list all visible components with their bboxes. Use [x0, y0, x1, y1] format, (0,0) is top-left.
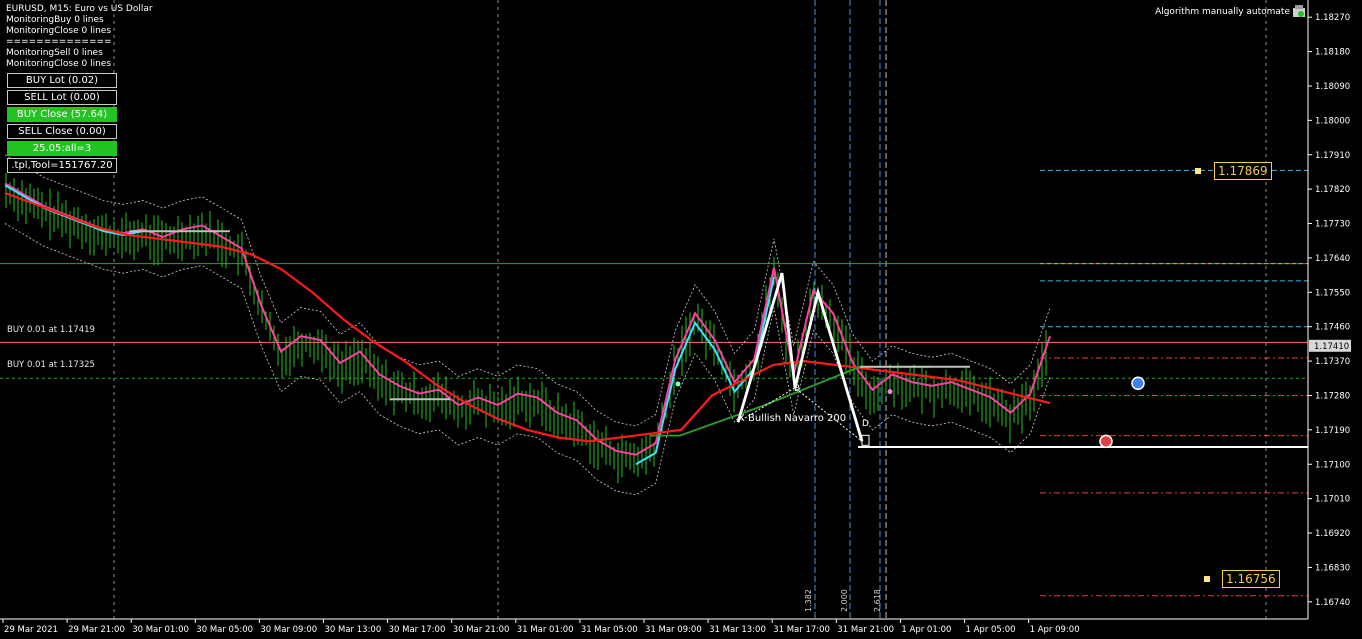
target-marker-lower[interactable] [1204, 576, 1210, 582]
sell-close-button[interactable]: SELL Close (0.00) [7, 124, 117, 139]
target-label-lower: 1.16756 [1222, 570, 1280, 588]
x-tick-label-8: 31 Mar 01:00 [517, 625, 574, 635]
fib-label-2618: 2.618 [873, 589, 882, 612]
x-tick-label-4: 30 Mar 09:00 [260, 625, 317, 635]
info-line-1: MonitoringBuy 0 lines [6, 15, 104, 25]
position-label-1: BUY 0.01 at 1.17419 [7, 325, 95, 335]
y-tick-label-3: 1.18000 [1315, 116, 1350, 126]
info-line-2: MonitoringClose 0 lines [6, 26, 112, 36]
position-label-2: BUY 0.01 at 1.17325 [7, 360, 95, 370]
y-tick-label-10: 1.17370 [1315, 357, 1350, 367]
pattern-label: X Bullish Navarro 200 [738, 413, 847, 424]
y-tick-label-14: 1.17010 [1315, 495, 1350, 505]
pattern-point-d: D [862, 419, 869, 429]
sell-lot-button[interactable]: SELL Lot (0.00) [7, 90, 117, 105]
x-tick-label-13: 31 Mar 21:00 [837, 625, 894, 635]
buy-lot-button[interactable]: BUY Lot (0.02) [7, 73, 117, 88]
y-tick-label-2: 1.18090 [1315, 82, 1350, 92]
y-tick-label-7: 1.17640 [1315, 254, 1350, 264]
x-tick-label-9: 31 Mar 05:00 [581, 625, 638, 635]
x-tick-label-7: 30 Mar 21:00 [453, 625, 510, 635]
template-tool-button[interactable]: .tpl,Tool=151767.20 [7, 158, 117, 173]
all-status-button[interactable]: 25.05:all=3 [7, 141, 117, 156]
info-line-3: MonitoringSell 0 lines [6, 48, 103, 58]
x-tick-label-10: 31 Mar 09:00 [645, 625, 702, 635]
x-tick-label-15: 1 Apr 05:00 [966, 625, 1016, 635]
y-tick-label-16: 1.16830 [1315, 563, 1350, 573]
x-tick-label-16: 1 Apr 09:00 [1030, 625, 1080, 635]
signal-dot-magenta [887, 389, 893, 395]
x-tick-label-1: 29 Mar 21:00 [68, 625, 125, 635]
y-tick-label-0: 1.18270 [1315, 13, 1350, 23]
y-tick-label-11: 1.17280 [1315, 391, 1350, 401]
price-chart[interactable]: 1.18270 1.18180 1.18090 1.18000 1.17910 1.178… [0, 0, 1362, 639]
signal-dot-green [675, 381, 681, 387]
y-tick-label-8: 1.17550 [1315, 288, 1350, 298]
buy-close-button[interactable]: BUY Close (57.64) [7, 107, 117, 122]
x-tick-label-2: 30 Mar 01:00 [132, 625, 189, 635]
info-line-separator: ============== [6, 37, 112, 47]
pattern-point-b: B [794, 384, 801, 394]
trade-panel: BUY Lot (0.02) SELL Lot (0.00) BUY Close… [7, 73, 117, 175]
x-tick-label-3: 30 Mar 05:00 [196, 625, 253, 635]
current-price-label: 1.17410 [1314, 342, 1349, 352]
chart-background [0, 0, 1362, 639]
x-tick-label-6: 30 Mar 17:00 [389, 625, 446, 635]
y-tick-label-17: 1.16740 [1315, 598, 1350, 608]
y-tick-label-9: 1.17460 [1315, 323, 1350, 333]
y-tick-label-12: 1.17190 [1315, 426, 1350, 436]
y-tick-label-13: 1.17100 [1315, 460, 1350, 470]
x-tick-label-12: 31 Mar 17:00 [773, 625, 830, 635]
x-tick-label-0: 29 Mar 2021 [4, 625, 58, 635]
buy-marker-icon [1131, 376, 1145, 390]
y-tick-label-6: 1.17730 [1315, 220, 1350, 230]
y-tick-label-4: 1.17910 [1315, 151, 1350, 161]
info-line-4: MonitoringClose 0 lines [6, 59, 112, 69]
algo-hat-icon[interactable] [1292, 4, 1306, 18]
y-tick-label-5: 1.17820 [1315, 185, 1350, 195]
y-tick-label-15: 1.16920 [1315, 529, 1350, 539]
x-tick-label-11: 31 Mar 13:00 [709, 625, 766, 635]
close-marker-icon [1099, 434, 1113, 449]
target-label-upper: 1.17869 [1214, 162, 1272, 180]
y-tick-label-1: 1.18180 [1315, 48, 1350, 58]
target-marker-upper[interactable] [1195, 168, 1201, 174]
x-tick-label-14: 1 Apr 01:00 [901, 625, 951, 635]
chart-title: EURUSD, M15: Euro vs US Dollar [6, 4, 153, 14]
x-tick-label-5: 30 Mar 13:00 [325, 625, 382, 635]
fib-label-2000: 2.000 [840, 589, 849, 612]
algo-trading-label: Algorithm manually automate [1155, 7, 1290, 17]
fib-label-1382: 1.382 [804, 589, 813, 612]
